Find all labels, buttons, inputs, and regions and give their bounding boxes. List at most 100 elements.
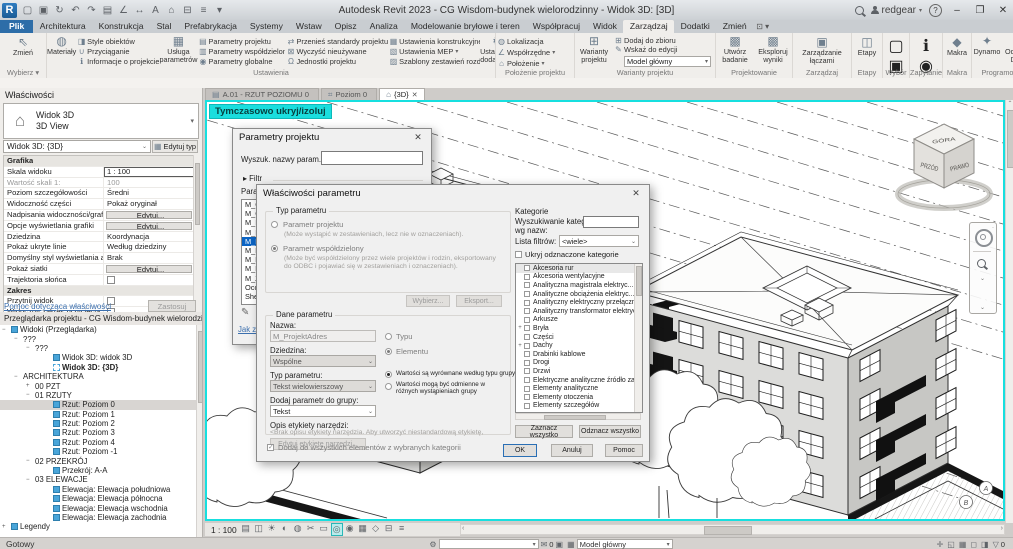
type-radio[interactable] [385,333,392,340]
tree-item[interactable]: Przekrój: A-A [0,466,197,475]
tab-file[interactable]: Plik [0,20,33,33]
category-checkbox[interactable] [524,291,530,297]
vcb-icon[interactable]: ✂ [305,523,317,536]
element-selector[interactable]: Widok 3D: {3D}⌄ [3,140,151,153]
close-button[interactable]: ✕ [995,5,1011,16]
vcb-icon[interactable]: ≡ [396,523,408,536]
status-toggle-icon[interactable]: ▦ [959,540,967,549]
property-row[interactable]: Zakres [4,286,194,297]
qat-icon[interactable]: ≡ [197,5,210,16]
edit-type-button[interactable]: ▦ Edytuj typ [152,140,198,153]
tree-item[interactable]: Rzut: Poziom 4 [0,438,197,447]
minimize-button[interactable]: – [949,5,965,16]
worksets-select[interactable]: ▾ [439,539,539,549]
category-item[interactable]: + Bryła [516,324,635,333]
category-item[interactable]: Elementy szczegółów [516,402,635,411]
properties-scrollbar[interactable] [193,155,200,302]
tree-item[interactable]: − ARCHITEKTURA [0,372,197,381]
vcb-icon[interactable]: ▤ [240,523,252,536]
explore-outcomes-button[interactable]: ▩ Eksploruj wyniki [756,33,790,67]
category-checkbox[interactable] [524,386,530,392]
tree-expander-icon[interactable]: − [26,392,35,398]
status-toggle-icon[interactable]: ◻ [970,540,977,549]
instance-radio[interactable] [385,348,392,355]
manage-links-status-icon[interactable]: ▣ [556,540,564,549]
category-item[interactable]: Drzwi [516,367,635,376]
property-value[interactable]: Średni [104,188,194,198]
location-button[interactable]: ◍Lokalizacja [496,36,574,47]
dynamo-player-button[interactable]: ▶ Odtwarzacz Dynamo [1006,33,1013,67]
properties-help-link[interactable]: Pomoc dotycząca właściwości [4,302,111,311]
help-button[interactable]: Pomoc [605,444,643,457]
property-value[interactable]: Koordynacja [104,232,194,242]
tree-item[interactable]: + 00 PZT [0,381,197,390]
category-checkbox[interactable] [524,308,530,314]
filter-expander[interactable]: ▸ Filtr [243,174,262,183]
vcb-icon[interactable]: ◐ [279,523,291,536]
categories-hscrollbar[interactable] [515,413,641,420]
qat-icon[interactable]: ▢ [21,5,34,16]
edit-parameter-icon[interactable]: ✎ [241,307,249,318]
apply-button[interactable]: Zastosuj [148,300,196,312]
coordinates-button[interactable]: ∠Współrzędne ▾ [496,47,574,58]
property-row[interactable]: Pokaż ukryte linie Według dziedziny [4,242,194,253]
add-to-set-button[interactable]: ⊞Dodaj do zbioru [613,36,713,45]
category-item[interactable]: Elementy otoczenia [516,393,635,402]
values-vary-radio[interactable] [385,383,392,390]
property-row[interactable]: Nadpisania widoczności/grafiki Edytuj... [4,210,194,221]
view-tab[interactable]: ▤ A.01 - RZUT POZIOMU 0 [205,88,319,100]
tree-item[interactable]: Elewacja: Elewacja wschodnia [0,503,197,512]
tree-item[interactable]: − ??? [0,344,197,353]
element-id-icon[interactable]: ℹ [923,36,929,56]
restore-button[interactable]: ❐ [972,5,988,16]
vcb-icon[interactable]: ⊟ [383,523,395,536]
zoom-icon[interactable] [977,259,986,268]
tree-expander-icon[interactable]: − [14,336,23,342]
category-checkbox[interactable] [524,368,530,374]
design-options-status-icon[interactable]: ▦ [567,540,575,549]
view-tab-close-icon[interactable]: ✕ [412,91,418,99]
category-item[interactable]: Analityczna magistrala elektryc... [516,281,635,290]
pick-to-edit-button[interactable]: ✎Wskaż do edycji [613,45,713,54]
category-item[interactable]: Części [516,333,635,342]
vcb-icon[interactable]: ◉ [344,523,356,536]
category-checkbox[interactable] [524,317,530,323]
select-shared-button[interactable]: Wybierz... [406,295,450,307]
panel-label-select[interactable]: Wybierz ▾ [0,68,46,78]
category-checkbox[interactable] [524,343,530,349]
qat-icon[interactable]: ⌂ [165,5,178,16]
tree-item[interactable]: − 03 ELEWACJE [0,475,197,484]
modify-button[interactable]: ⇖ Zmień [0,34,46,57]
active-design-option-select[interactable]: Model główny▾ [624,56,711,67]
property-value[interactable]: Edytuj... [106,222,192,230]
close-icon[interactable]: ✕ [411,132,425,143]
parameter-name-input[interactable] [270,330,376,342]
vcb-icon[interactable]: ◫ [253,523,265,536]
qat-icon[interactable]: ↔ [133,5,146,16]
ok-button[interactable]: OK [503,444,537,457]
property-row[interactable]: Domyślny styl wyświetlania a... Brak [4,253,194,264]
param-search-input[interactable] [321,151,423,165]
tree-item[interactable]: Widok 3D: widok 3D [0,353,197,362]
tree-item[interactable]: Rzut: Poziom 0 [0,400,197,409]
category-item[interactable]: Akcesoria wentylacyjne [516,273,635,282]
phases-button[interactable]: ◫ Etapy [852,34,882,57]
category-item[interactable]: Analityczne obciążenia elektryc... [516,290,635,299]
category-item[interactable]: Elektryczne analityczne źródło za... [516,376,635,385]
tree-item[interactable]: − ??? [0,334,197,343]
design-options-select[interactable]: Model główny▾ [577,539,673,549]
navbar-more-icon[interactable]: ⌄ [980,304,985,311]
property-row[interactable]: Dziedzina Koordynacja [4,232,194,243]
qat-icon[interactable]: ↻ [53,5,66,16]
vcb-icon[interactable]: ▦ [357,523,369,536]
property-row[interactable]: Poziom szczegółowości Średni [4,188,194,199]
status-toggle-icon[interactable]: ▽ [993,540,999,549]
category-checkbox[interactable] [524,360,530,366]
hide-unchecked-checkbox[interactable] [515,251,522,258]
navigation-bar[interactable]: · ⌄ ⌄ [969,222,997,314]
category-checkbox[interactable] [524,300,530,306]
tree-expander-icon[interactable]: − [26,345,35,351]
project-units-button[interactable]: ΩJednostki projektu [285,57,388,67]
project-parameters-button[interactable]: ▤Parametry projektu [197,36,285,46]
vcb-icon[interactable]: ☀ [266,523,278,536]
